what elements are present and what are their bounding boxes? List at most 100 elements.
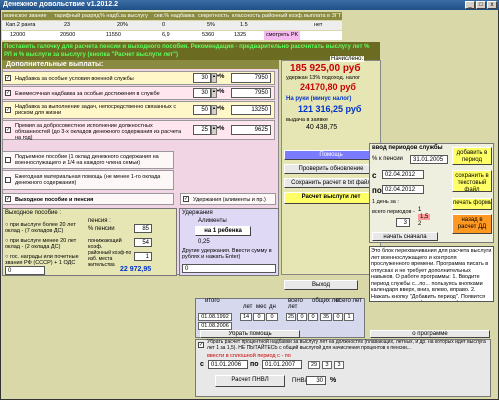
year-label: 1 день за :: [372, 199, 399, 205]
alimony-label: Алименты: [198, 218, 227, 224]
year-b[interactable]: 1,5: [418, 214, 431, 220]
pnvl-checkbox[interactable]: ✓: [198, 342, 204, 348]
secrecy-value[interactable]: 5%: [207, 21, 215, 30]
payment-checkbox[interactable]: ✓: [5, 75, 11, 81]
values-row-1: Кап.2 ранга 23 20% 0 5% 1.5 нет: [2, 21, 342, 30]
deductions-label: Удержания (алименты и пр.): [193, 197, 266, 203]
back-rd-button[interactable]: назад в расчет ДД: [452, 214, 492, 234]
material-help-checkbox[interactable]: [5, 177, 11, 183]
north-amount-value: 6,9: [162, 32, 170, 38]
payment-spinner[interactable]: ▲▼: [211, 73, 220, 83]
severance-title: Выходное пособие :: [5, 210, 62, 216]
col-years: лет: [243, 304, 253, 310]
year-c[interactable]: 2: [418, 221, 421, 227]
material-help-row: Ежегодная материальная помощь (не менее …: [2, 170, 174, 190]
close-button[interactable]: x: [487, 1, 497, 9]
help-button[interactable]: Помощь: [284, 150, 378, 160]
lift-allowance-checkbox[interactable]: [5, 157, 11, 163]
all-years-label: всего лет: [336, 298, 362, 304]
red-note: ввести в сплошной период с - по: [207, 353, 291, 359]
zgt-value[interactable]: нет: [314, 21, 322, 30]
from-date-input[interactable]: 02.04.2012: [382, 170, 424, 179]
pnvl-from-date[interactable]: 01.01.2006: [208, 360, 248, 369]
payment-amount: 9625: [231, 125, 271, 135]
info-textarea[interactable]: Это блок перехвачивания для расчета высл…: [369, 246, 494, 302]
pension-pct-label: % пенсии: [88, 226, 115, 232]
secrecy-amount-value: 5360: [202, 32, 215, 38]
period-count[interactable]: 3: [396, 218, 410, 227]
header-cell: воинское звание: [4, 13, 47, 19]
sum-cell: 0: [297, 313, 307, 321]
coef-input[interactable]: 54: [134, 238, 152, 247]
year-a[interactable]: 1: [418, 207, 421, 213]
payment-checkbox[interactable]: ✓: [5, 107, 11, 113]
check-update-button[interactable]: Проверить обновление: [284, 164, 378, 174]
payment-spinner[interactable]: ▲▼: [211, 125, 220, 135]
payment-row: ✓ Надбавка за выполнение задач, непосред…: [2, 101, 275, 119]
pension-pct-input[interactable]: 85: [134, 224, 152, 233]
itogo-label: итого: [205, 298, 220, 304]
minimize-button[interactable]: _: [465, 1, 475, 9]
extra-payments-header: Дополнительные выплаты:: [2, 60, 279, 69]
save-txt-button[interactable]: Сохранить расчет в txt файл: [284, 178, 378, 188]
payment-spinner[interactable]: ▲▼: [211, 88, 220, 98]
severance-row: ✓ Выходное пособие и пенсия: [2, 193, 174, 205]
payment-percent[interactable]: 30: [193, 73, 211, 83]
deductions-title: Удержания: [182, 210, 213, 216]
col-days: дн: [269, 304, 276, 310]
calc-service-button[interactable]: Расчет выслуги лет: [284, 192, 378, 204]
periods-title: ввод периодов службы: [372, 145, 443, 151]
sum-cell: 1: [344, 313, 354, 321]
rank-value[interactable]: Кап.2 ранга: [6, 21, 35, 30]
to-date-input[interactable]: 02.04.2012: [382, 185, 424, 194]
about-button[interactable]: о программе: [370, 330, 490, 338]
rk-button[interactable]: смотреть PK: [264, 31, 301, 40]
payment-amount: 7950: [231, 88, 271, 98]
pnvl-value[interactable]: 30: [306, 376, 326, 385]
header-cell: районный коэф.: [262, 13, 304, 19]
payment-checkbox[interactable]: ✓: [5, 127, 11, 133]
exit-button[interactable]: Выход: [284, 280, 358, 290]
header-cell: % надб.за выслугу: [100, 13, 148, 19]
calc-pnvl-button[interactable]: Расчет ПНВЛ: [215, 375, 285, 387]
material-help-label: Ежегодная материальная помощь (не менее …: [15, 174, 161, 186]
severance-field[interactable]: 0: [5, 266, 45, 275]
rk-input[interactable]: 1: [134, 252, 152, 261]
north-pct-value[interactable]: 0: [162, 21, 165, 30]
to-label: по: [372, 186, 382, 195]
severance-option[interactable]: ○ при выслуге менее 20 лет оклад - (2 ок…: [5, 238, 81, 250]
class-value[interactable]: 1.5: [240, 21, 248, 30]
payment-percent[interactable]: 50: [193, 105, 211, 115]
payment-percent[interactable]: 30: [193, 88, 211, 98]
print-button[interactable]: печать формы: [452, 198, 492, 210]
pnvl-checkbox-text: Убрать расчет процентной надбавки за выс…: [207, 339, 486, 351]
add-period-button[interactable]: добавить в период: [452, 147, 492, 165]
payment-label: Ежемесячная надбавка за особые достижени…: [15, 91, 160, 97]
payment-spinner[interactable]: ▲▼: [211, 105, 220, 115]
restart-button[interactable]: начать сначала: [372, 232, 438, 241]
payment-row: ✓ Премия за добросовестное исполнение до…: [2, 120, 275, 141]
deductions-checkbox[interactable]: ✓: [183, 196, 189, 202]
window-title: Денежное довольствие v1.2012.2: [3, 1, 118, 8]
grade-value[interactable]: 23: [64, 21, 70, 30]
pct-date-input[interactable]: 31.01.2005: [410, 155, 448, 164]
pnvl-to-date[interactable]: 01.01.2007: [262, 360, 302, 369]
severance-checkbox[interactable]: ✓: [5, 196, 11, 202]
severance-option[interactable]: ○ при выслуге более 20 лет оклад - (7 ок…: [5, 222, 81, 234]
children-select[interactable]: на 1 ребенка: [195, 226, 251, 236]
save-text-button[interactable]: сохранить в текстовый файл: [452, 170, 492, 192]
alimony-rate: 0,25: [198, 239, 210, 245]
pnvl-months: 3: [322, 361, 332, 369]
payment-percent[interactable]: 25: [193, 125, 211, 135]
payment-label: Надбавка за особые условия военной служб…: [15, 76, 134, 82]
severance-option[interactable]: ○ гос. награды или почетные звания РФ (С…: [5, 254, 81, 266]
service-pct-value[interactable]: 20%: [117, 21, 128, 30]
total-periods-label: всего периодов -: [372, 209, 415, 215]
total-label: Начислено:: [330, 56, 365, 62]
payment-checkbox[interactable]: ✓: [5, 90, 11, 96]
other-deductions-input[interactable]: 0: [182, 264, 276, 273]
months-cell: 0: [253, 313, 265, 321]
salary-value: 12000: [10, 32, 26, 38]
remove-help-button[interactable]: Убрать помощь: [200, 330, 300, 338]
maximize-button[interactable]: □: [476, 1, 486, 9]
